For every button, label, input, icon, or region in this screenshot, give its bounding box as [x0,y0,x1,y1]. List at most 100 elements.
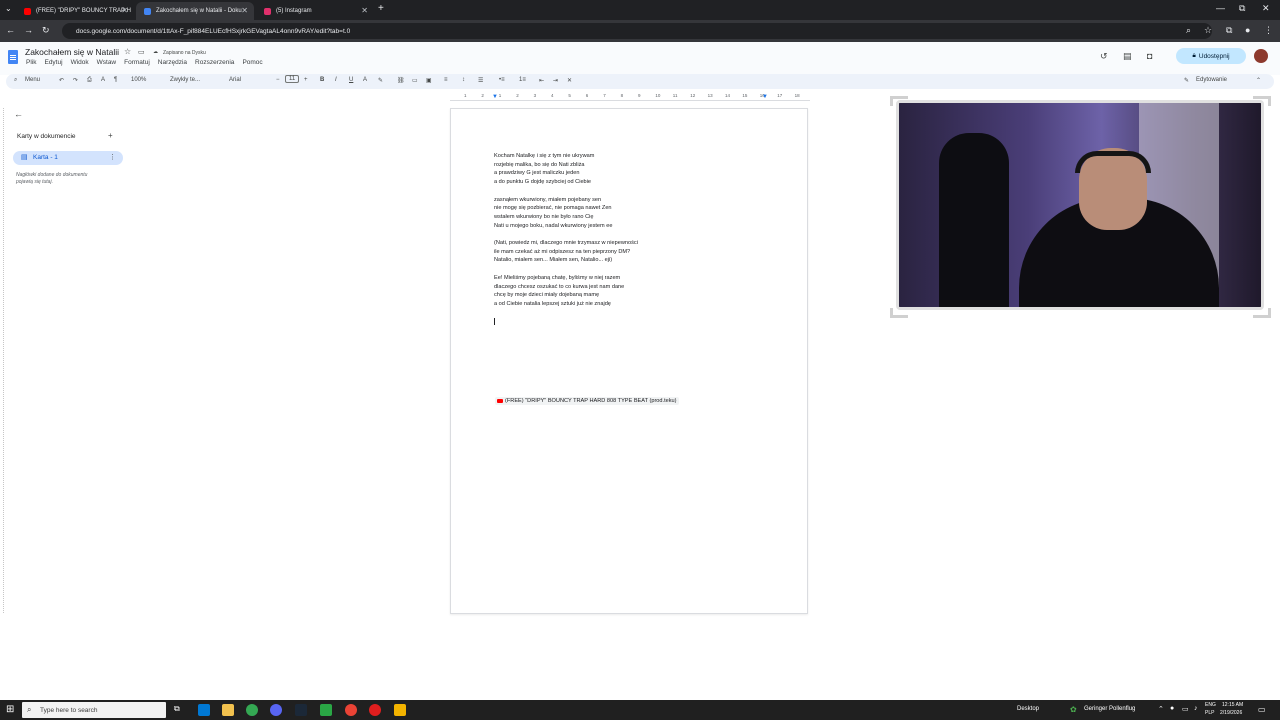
menu-tools[interactable]: Narzędzia [158,59,187,66]
horizontal-ruler[interactable]: 1 2 1 2 3 4 5 6 7 8 9 10 11 12 13 14 15 16 17 18 ▼ ▼ [450,93,810,101]
font-select[interactable]: Arial [229,77,241,83]
menu-format[interactable]: Formatuj [124,59,150,66]
back-arrow-icon[interactable]: ← [14,109,23,119]
app-icon[interactable] [394,704,406,716]
history-icon[interactable]: ↺ [1100,51,1108,62]
menu-extensions[interactable]: Rozszerzenia [195,59,234,66]
star-icon[interactable]: ☆ [124,47,131,56]
close-icon[interactable]: ✕ [361,6,368,15]
checklist-icon[interactable]: ☰ [478,77,483,84]
close-window-button[interactable]: ✕ [1262,3,1270,14]
network-icon[interactable]: ▭ [1182,705,1189,713]
clear-formatting-icon[interactable]: ✕ [567,77,572,84]
volume-icon[interactable]: ♪ [1194,705,1198,712]
print-icon[interactable]: ⎙ [87,77,92,84]
indent-marker-icon[interactable]: ▼ [492,94,498,100]
menu-search-label[interactable]: Menu [25,77,40,83]
clock-date[interactable]: 2/19/2026 [1220,710,1242,716]
close-icon[interactable]: ✕ [241,6,248,15]
text-color-icon[interactable]: A [363,77,367,83]
search-menus-icon[interactable]: ⌕ [14,77,17,84]
weather-text[interactable]: Geringer Pollenflug [1084,706,1135,712]
zoom-select[interactable]: 100% [131,77,146,83]
menu-edit[interactable]: Edytuj [44,59,62,66]
collapse-toolbar-icon[interactable]: ⌃ [1256,77,1261,84]
bullet-list-icon[interactable]: •≡ [499,77,505,83]
menu-file[interactable]: Plik [26,59,36,66]
maximize-button[interactable]: ⧉ [1239,3,1245,14]
task-view-icon[interactable]: ⧉ [174,704,180,714]
chrome-profile-icon[interactable] [345,704,357,716]
highlight-icon[interactable]: ✎ [378,77,383,84]
reload-icon[interactable]: ↻ [42,25,50,36]
italic-icon[interactable]: I [335,77,337,83]
tab-item-karta-1[interactable]: ▤ Karta - 1 ⋮ [13,151,123,165]
image-icon[interactable]: ▣ [426,77,432,84]
underline-icon[interactable]: U [349,77,353,83]
app-icon[interactable] [320,704,332,716]
desktop-toolbar-label[interactable]: Desktop [1017,706,1039,712]
file-explorer-icon[interactable] [222,704,234,716]
star-icon[interactable]: ☆ [1204,25,1212,36]
font-size-decrease-icon[interactable]: − [276,77,280,83]
extensions-icon[interactable]: ⧉ [1226,25,1232,36]
forward-icon[interactable]: → [24,25,33,35]
indent-marker-icon[interactable]: ▼ [762,94,768,100]
clock-time[interactable]: 12:15 AM [1222,702,1243,708]
style-select[interactable]: Zwykły te... [170,77,200,83]
tray-chevron-icon[interactable]: ⌃ [1158,705,1164,713]
redo-icon[interactable]: ↷ [73,77,78,84]
share-button[interactable]: 🔒︎ Udostępnij [1176,48,1246,64]
bold-icon[interactable]: B [320,77,324,83]
move-folder-icon[interactable]: ▭ [138,48,145,56]
back-icon[interactable]: ← [6,25,15,35]
avatar[interactable] [1254,49,1268,63]
obs-icon[interactable] [369,704,381,716]
discord-icon[interactable] [270,704,282,716]
language-layout[interactable]: PLP [1205,710,1214,716]
paint-format-icon[interactable]: ¶ [114,77,117,83]
decrease-indent-icon[interactable]: ⇤ [539,77,544,84]
comment-icon[interactable]: ▭ [412,77,418,84]
editing-mode-select[interactable]: Edytowanie [1196,77,1227,83]
undo-icon[interactable]: ↶ [59,77,64,84]
notifications-icon[interactable]: ▭ [1258,705,1266,714]
docs-logo-icon[interactable] [8,50,18,64]
steam-icon[interactable] [295,704,307,716]
align-icon[interactable]: ≡ [444,77,448,83]
edge-icon[interactable] [198,704,210,716]
zoom-icon[interactable]: ⌕ [1186,25,1191,36]
font-size-input[interactable]: 11 [285,75,300,83]
more-options-icon[interactable]: ⋮ [109,153,116,161]
youtube-smart-chip[interactable]: (FREE) "DRIPY" BOUNCY TRAP HARD 808 TYPE… [495,397,679,405]
language-code[interactable]: ENG [1205,702,1216,708]
link-icon[interactable]: ⛓ [397,77,405,84]
tab-youtube[interactable]: (FREE) "DRIPY" BOUNCY TRAP H ✕ [16,2,134,20]
new-tab-button[interactable]: + [378,3,384,14]
font-size-increase-icon[interactable]: + [304,77,308,83]
tab-instagram[interactable]: (5) Instagram ✕ [256,2,374,20]
increase-indent-icon[interactable]: ⇥ [553,77,558,84]
numbered-list-icon[interactable]: 1≡ [519,77,526,83]
comments-icon[interactable]: ▤ [1123,51,1132,62]
profile-icon[interactable]: ● [1245,25,1250,35]
tab-docs[interactable]: Zakochałem się w Natalii - Doku ✕ [136,2,254,20]
menu-insert[interactable]: Wstaw [97,59,117,66]
mic-icon[interactable]: ● [1170,705,1174,712]
start-icon[interactable]: ⊞ [6,704,14,715]
minimize-button[interactable]: — [1216,3,1225,13]
meet-icon[interactable]: ◘ [1147,51,1152,61]
menu-help[interactable]: Pomoc [242,59,262,66]
document-page[interactable]: Kocham Natalkę i się z tym nie ukrywam ro… [450,108,808,614]
document-title[interactable]: Zakochałem się w Natalii [25,47,119,57]
chrome-icon[interactable] [246,704,258,716]
menu-view[interactable]: Widok [71,59,89,66]
line-spacing-icon[interactable]: ↕ [462,77,465,83]
url-input[interactable]: docs.google.com/document/d/1ttAx-F_pif88… [62,23,1212,39]
tab-search-icon[interactable]: ⌄ [5,4,12,13]
close-icon[interactable]: ✕ [121,6,128,15]
spellcheck-icon[interactable]: A [101,77,105,83]
taskbar-search-input[interactable]: ⌕ Type here to search [22,702,166,718]
add-tab-icon[interactable]: + [108,131,113,140]
more-icon[interactable]: ⋮ [1264,25,1273,36]
